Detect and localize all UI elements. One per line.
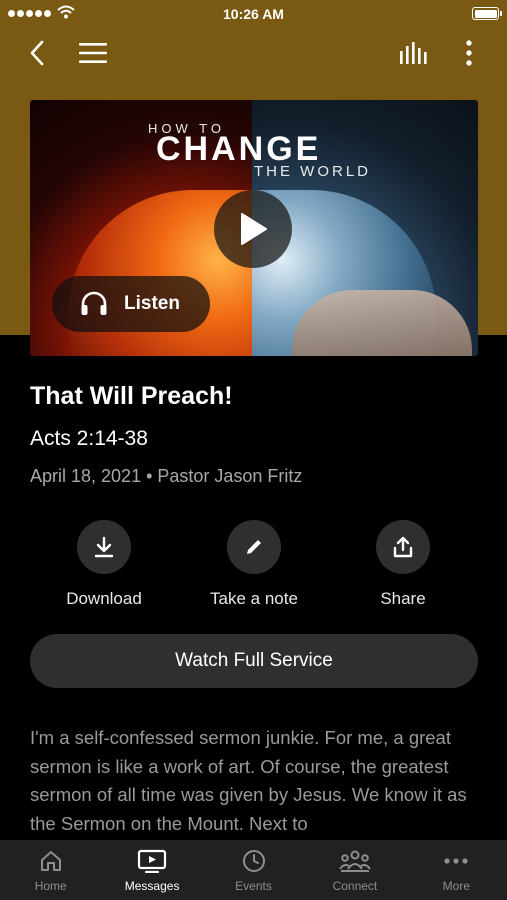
watch-full-service-button[interactable]: Watch Full Service — [30, 634, 478, 688]
people-icon — [339, 850, 371, 872]
tab-more[interactable]: More — [406, 840, 507, 900]
share-button[interactable]: Share — [328, 520, 478, 609]
sermon-artwork[interactable]: HOW TO CHANGE THE WORLD Listen — [30, 100, 478, 356]
status-time: 10:26 AM — [223, 6, 284, 22]
tab-home-label: Home — [34, 879, 67, 893]
tab-events[interactable]: Events — [203, 840, 304, 900]
sermon-title: That Will Preach! — [30, 382, 233, 410]
tab-bar: Home Messages Events Connect More — [0, 840, 507, 900]
menu-button[interactable] — [76, 36, 110, 70]
back-button[interactable] — [20, 36, 54, 70]
tab-home[interactable]: Home — [0, 840, 101, 900]
download-icon — [94, 536, 114, 558]
take-note-button[interactable]: Take a note — [179, 520, 329, 609]
tab-connect-label: Connect — [332, 879, 378, 893]
download-circle[interactable] — [77, 520, 131, 574]
more-dots-icon — [444, 858, 468, 864]
share-circle[interactable] — [376, 520, 430, 574]
take-note-label: Take a note — [210, 589, 298, 608]
tab-messages[interactable]: Messages — [101, 840, 202, 900]
audio-bars-icon — [400, 42, 427, 64]
share-label: Share — [380, 589, 426, 608]
listen-button[interactable]: Listen — [52, 276, 210, 332]
share-icon — [393, 536, 413, 558]
tab-more-label: More — [442, 879, 470, 893]
clock-icon — [242, 850, 265, 872]
take-note-circle[interactable] — [227, 520, 281, 574]
download-button[interactable]: Download — [29, 520, 179, 609]
sermon-date-speaker: April 18, 2021 • Pastor Jason Fritz — [30, 466, 303, 486]
sermon-description: I'm a self-confessed sermon junkie. For … — [30, 727, 467, 834]
tab-connect[interactable]: Connect — [304, 840, 405, 900]
home-icon — [40, 851, 61, 871]
vertical-dots-icon — [466, 40, 472, 66]
play-button[interactable] — [214, 190, 292, 268]
headphones-icon — [81, 291, 107, 315]
tab-messages-label: Messages — [124, 879, 180, 893]
chevron-left-icon — [30, 40, 44, 66]
tv-icon — [138, 849, 167, 873]
artwork-text-the-world: THE WORLD — [254, 163, 371, 180]
battery-icon — [472, 7, 502, 20]
play-icon — [241, 213, 267, 245]
download-label: Download — [66, 589, 142, 608]
audio-bars-button[interactable] — [397, 36, 433, 70]
hamburger-icon — [79, 43, 107, 63]
artwork-hand — [292, 290, 472, 356]
more-options-button[interactable] — [452, 36, 486, 70]
sermon-scripture: Acts 2:14-38 — [30, 427, 148, 450]
listen-label: Listen — [124, 293, 180, 314]
tab-events-label: Events — [235, 879, 272, 893]
status-bar: 10:26 AM — [0, 0, 507, 28]
pencil-icon — [247, 540, 261, 554]
